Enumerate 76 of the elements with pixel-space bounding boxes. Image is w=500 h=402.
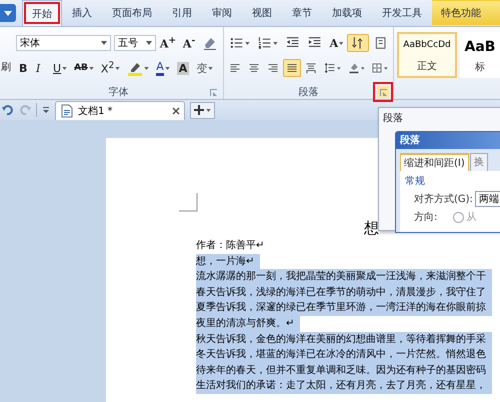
caret-icon <box>273 42 278 44</box>
caret-icon <box>360 66 364 70</box>
superscript-button[interactable]: X$^{2}$ <box>98 59 124 77</box>
dialog-tab[interactable]: 缩进和间距(I) <box>400 153 469 171</box>
strikethrough-button[interactable]: AB <box>71 59 97 77</box>
app-menu-button[interactable] <box>0 4 16 22</box>
field-label: 对齐方式(G): <box>414 192 473 206</box>
close-icon[interactable] <box>172 107 180 115</box>
grow-font-button[interactable]: A$^{+}$ <box>156 34 179 52</box>
sort-button[interactable] <box>347 34 369 52</box>
format-painter-label[interactable]: 刷 <box>1 60 11 74</box>
font-color-button[interactable]: A <box>153 59 173 77</box>
caret-icon <box>4 10 12 16</box>
caret-icon <box>101 41 108 45</box>
document-tab[interactable]: 文档1 * <box>55 101 185 120</box>
ribbon-tab[interactable]: 开始 <box>22 0 62 26</box>
ribbon-tab[interactable]: 加载项 <box>322 0 372 26</box>
ribbon-tab[interactable]: 引用 <box>162 0 202 26</box>
group-label: 字体 <box>108 86 128 98</box>
caret-icon <box>339 42 344 44</box>
ribbon-tab[interactable]: 开发工具 <box>372 0 432 26</box>
caret-icon <box>62 66 68 70</box>
text-line: 作者：陈善平↵ <box>196 238 266 253</box>
caret-icon <box>208 66 214 70</box>
caret-icon <box>206 108 211 112</box>
highlight-icon <box>127 60 144 76</box>
caret-icon <box>115 66 120 70</box>
document-tab-title: 文档1 * <box>78 104 114 118</box>
dialog-title-bar: 段落 <box>396 132 500 149</box>
ribbon-tab[interactable]: 特色功能 <box>432 0 500 26</box>
style-preset[interactable]: AaBbCcDd 正文 <box>397 32 457 78</box>
ribbon-tab[interactable]: 插入 <box>62 0 102 26</box>
ribbon-tab[interactable]: 视图 <box>242 0 282 26</box>
ribbon-tab[interactable]: 页面布局 <box>102 0 162 26</box>
caret-icon <box>384 66 388 70</box>
text-direction-button[interactable]: A <box>326 34 346 52</box>
font-name-field[interactable]: 宋体 <box>16 35 112 51</box>
clear-icon <box>202 35 218 51</box>
underline-button[interactable]: U <box>50 59 70 77</box>
plus-icon <box>194 105 204 115</box>
section-heading: 常规 <box>405 174 426 188</box>
line-spacing-icon <box>324 60 336 76</box>
bullets-icon <box>229 35 244 51</box>
launcher-icon <box>380 88 386 96</box>
dialog-tab[interactable]: 换 <box>470 153 488 171</box>
caret-icon <box>146 41 152 45</box>
undo-icon[interactable] <box>2 104 14 116</box>
ribbon-tab[interactable]: 审阅 <box>202 0 242 26</box>
margin-mark <box>179 193 198 212</box>
caret-icon <box>245 42 250 44</box>
tooltip-title: 段落 <box>383 112 403 125</box>
justify-button[interactable] <box>283 59 302 77</box>
customize-toolbar-icon[interactable] <box>42 106 50 114</box>
radio-label: 从 <box>466 210 476 224</box>
radio-button[interactable] <box>453 212 464 222</box>
document-icon <box>60 104 74 118</box>
dialog-launcher-button[interactable] <box>207 86 219 98</box>
caret-icon <box>88 66 94 70</box>
phonetic-guide-button[interactable]: 变 <box>193 59 216 77</box>
document-title: 想 <box>364 219 379 237</box>
group-label: 段落 <box>298 86 318 98</box>
caret-icon <box>164 66 170 70</box>
alignment-field[interactable]: 两端 <box>474 191 500 207</box>
style-preset[interactable]: AaB 标 <box>460 32 500 78</box>
numbering-icon <box>257 35 272 51</box>
new-tab-button[interactable] <box>190 102 215 118</box>
ribbon-tab[interactable]: 章节 <box>282 0 322 26</box>
character-shading-button[interactable]: A <box>174 59 192 77</box>
caret-icon <box>144 66 150 70</box>
bold-button[interactable]: B <box>16 59 32 77</box>
italic-button[interactable]: I <box>33 59 49 77</box>
launcher-icon <box>210 88 216 96</box>
font-size-field[interactable]: 五号 <box>114 35 156 51</box>
caret-icon <box>337 66 341 70</box>
shrink-font-button[interactable]: A$^{-}$ <box>180 34 198 52</box>
field-label: 方向: <box>414 210 438 224</box>
